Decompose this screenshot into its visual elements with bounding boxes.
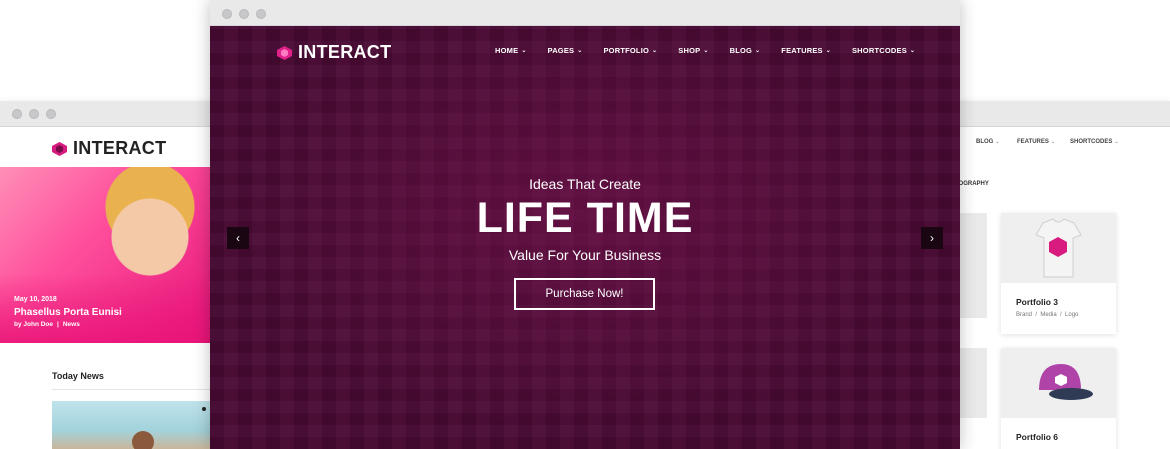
hero-title: LIFE TIME bbox=[476, 194, 694, 242]
logo-icon bbox=[52, 141, 67, 156]
nav-item-pages[interactable]: PAGES ⌄ bbox=[548, 46, 583, 55]
post-category[interactable]: News bbox=[63, 321, 80, 328]
chevron-down-icon: ⌄ bbox=[909, 48, 916, 54]
cap-icon bbox=[1039, 364, 1093, 400]
logo[interactable]: INTERACT bbox=[277, 42, 391, 63]
nav-item-home[interactable]: HOME ⌄ bbox=[495, 46, 527, 55]
window-maximize-dot[interactable] bbox=[256, 9, 266, 19]
chevron-down-icon: ⌄ bbox=[703, 48, 709, 54]
hero-subtitle-bottom: Value For Your Business bbox=[508, 247, 662, 263]
card-title[interactable]: Portfolio 3 bbox=[1016, 297, 1058, 307]
logo-text: INTERACT bbox=[73, 138, 167, 158]
meta-separator: | bbox=[57, 321, 59, 328]
logo-icon bbox=[277, 45, 292, 60]
browser-titlebar bbox=[210, 0, 960, 26]
hero-slider: INTERACT HOME ⌄ PAGES ⌄ PORTFOLIO ⌄ SHOP ⌄ B… bbox=[210, 26, 960, 449]
tag-link[interactable]: Media bbox=[1040, 312, 1056, 318]
stage: INTERACT May 10, 2018 Phasellus Porta Eu… bbox=[0, 0, 1170, 449]
window-maximize-dot[interactable] bbox=[46, 109, 56, 119]
nav-item-shortcodes[interactable]: SHORTCODES ⌄ bbox=[852, 46, 915, 55]
chevron-down-icon: ⌄ bbox=[825, 48, 831, 54]
card-title[interactable]: Portfolio 6 bbox=[1016, 432, 1058, 442]
nav-item-features[interactable]: FEATURES ⌄ bbox=[781, 46, 831, 55]
carousel-dot[interactable] bbox=[202, 407, 206, 411]
portfolio-card[interactable]: Portfolio 6 bbox=[1001, 348, 1116, 449]
tag-link[interactable]: Logo bbox=[1065, 312, 1078, 318]
window-close-dot[interactable] bbox=[12, 109, 22, 119]
hero-subtitle-top: Ideas That Create bbox=[529, 176, 641, 192]
post-author[interactable]: by John Doe bbox=[14, 321, 53, 328]
portfolio-card[interactable]: Portfolio 3 Brand / Media / Logo bbox=[1001, 213, 1116, 334]
nav-item-features[interactable]: FEATURES ⌄ bbox=[1017, 139, 1055, 145]
window-left: INTERACT May 10, 2018 Phasellus Porta Eu… bbox=[0, 101, 215, 449]
window-right: BLOG ⌄ FEATURES ⌄ SHORTCODES ⌄ TOGRAPHY Por… bbox=[955, 101, 1170, 449]
news-thumbnail[interactable] bbox=[52, 401, 210, 449]
logo[interactable]: INTERACT bbox=[52, 138, 166, 159]
chevron-right-icon: › bbox=[930, 231, 934, 245]
nav-item-portfolio[interactable]: PORTFOLIO ⌄ bbox=[603, 46, 657, 55]
divider bbox=[52, 389, 210, 390]
chevron-down-icon: ⌄ bbox=[755, 48, 761, 54]
main-nav: HOME ⌄ PAGES ⌄ PORTFOLIO ⌄ SHOP ⌄ BLOG ⌄ FEAT… bbox=[495, 46, 915, 55]
slider-prev-button[interactable]: ‹ bbox=[227, 227, 249, 249]
chevron-left-icon: ‹ bbox=[236, 231, 240, 245]
logo-text: INTERACT bbox=[298, 42, 392, 62]
chevron-down-icon: ⌄ bbox=[577, 48, 583, 54]
browser-titlebar bbox=[955, 101, 1170, 127]
nav-item-blog[interactable]: BLOG ⌄ bbox=[730, 46, 761, 55]
cap-image bbox=[1001, 348, 1116, 418]
card-tags: Brand / Media / Logo bbox=[1016, 312, 1079, 318]
tag-link[interactable]: Brand bbox=[1016, 312, 1032, 318]
nav-item-shortcodes[interactable]: SHORTCODES ⌄ bbox=[1070, 139, 1119, 145]
window-close-dot[interactable] bbox=[222, 9, 232, 19]
section-title: Today News bbox=[52, 371, 104, 381]
window-minimize-dot[interactable] bbox=[29, 109, 39, 119]
post-title[interactable]: Phasellus Porta Eunisi bbox=[14, 307, 122, 318]
post-date: May 10, 2018 bbox=[14, 296, 57, 303]
window-minimize-dot[interactable] bbox=[239, 9, 249, 19]
tshirt-icon bbox=[1035, 218, 1082, 278]
nav-item-shop[interactable]: SHOP ⌄ bbox=[678, 46, 708, 55]
chevron-down-icon: ⌄ bbox=[521, 48, 527, 54]
slider-next-button[interactable]: › bbox=[921, 227, 943, 249]
post-meta: by John Doe | News bbox=[14, 321, 80, 328]
portfolio-filter[interactable]: TOGRAPHY bbox=[955, 181, 989, 187]
purchase-button[interactable]: Purchase Now! bbox=[514, 278, 655, 310]
chevron-down-icon: ⌄ bbox=[652, 48, 658, 54]
nav-item-blog[interactable]: BLOG ⌄ bbox=[976, 139, 1000, 145]
browser-titlebar bbox=[0, 101, 215, 127]
window-front: INTERACT HOME ⌄ PAGES ⌄ PORTFOLIO ⌄ SHOP ⌄ B… bbox=[210, 0, 960, 449]
tshirt-image bbox=[1001, 213, 1116, 283]
